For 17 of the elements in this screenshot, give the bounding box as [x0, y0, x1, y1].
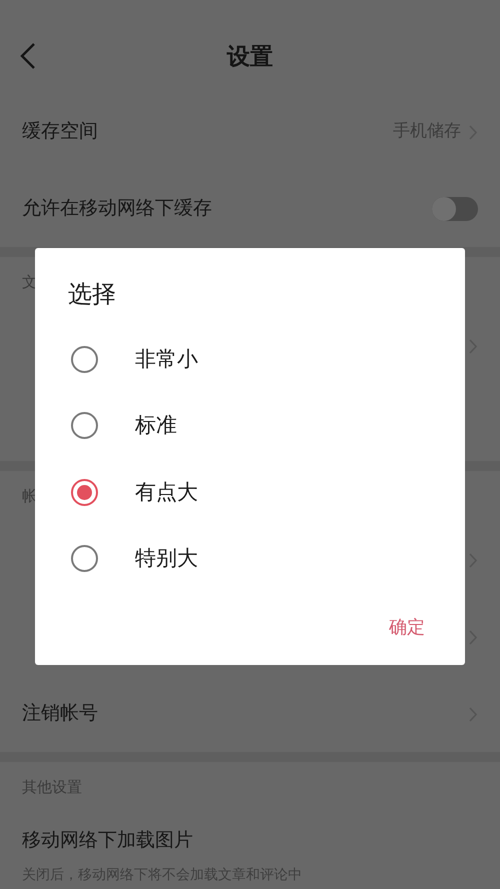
radio-button[interactable] [71, 412, 98, 440]
page-title: 设置 [227, 43, 273, 72]
setting-label: 缓存空间 [22, 119, 98, 144]
dialog-title: 选择 [67, 279, 116, 310]
confirm-button[interactable]: 确定 [389, 614, 425, 641]
setting-label: 移动网络下加载图片 [22, 828, 193, 853]
setting-label: 允许在移动网络下缓存 [22, 196, 212, 222]
option-label: 特别大 [135, 545, 198, 572]
toggle-switch[interactable] [432, 196, 478, 220]
option-label: 非常小 [135, 346, 198, 372]
radio-button[interactable] [71, 478, 98, 506]
back-icon[interactable] [18, 42, 38, 70]
radio-button[interactable] [71, 545, 98, 572]
setting-label: 注销帐号 [22, 701, 98, 726]
option-label: 标准 [135, 412, 177, 439]
option-label: 有点大 [135, 478, 198, 506]
radio-button[interactable] [71, 346, 98, 373]
